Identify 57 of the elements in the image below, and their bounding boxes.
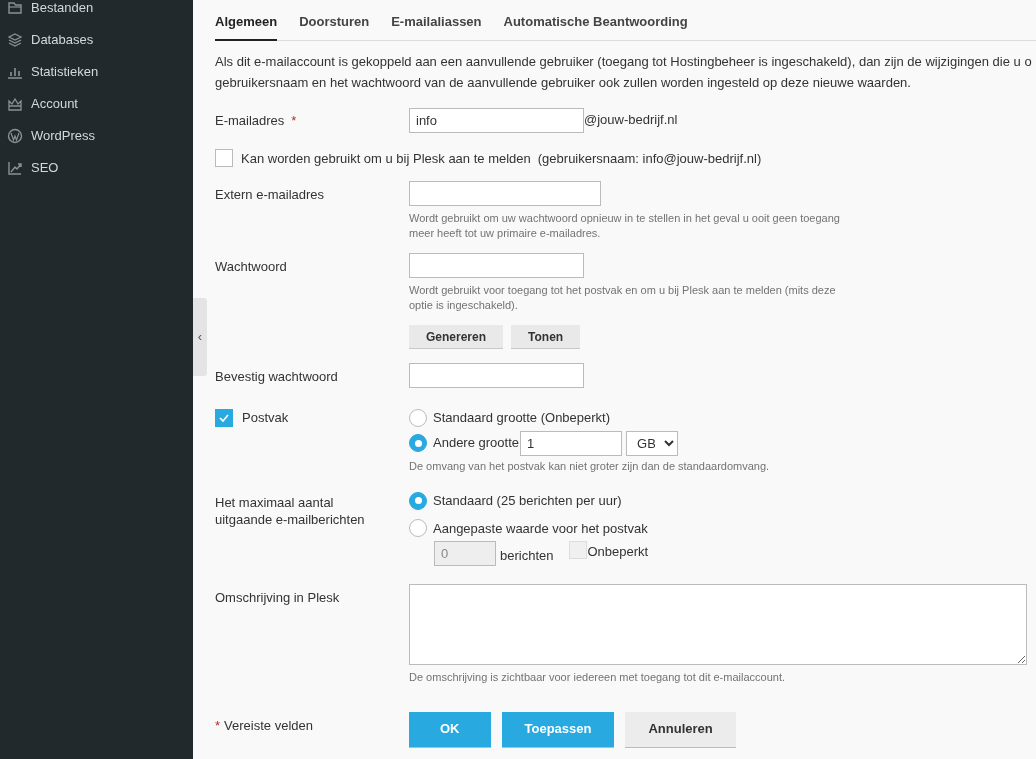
crown-icon [7, 96, 23, 112]
tab[interactable]: Doorsturen [299, 8, 370, 41]
intro-text: gebruikersnaam en het wachtwoord van de aanvullende gebruiker ook zullen worden ingesteld op deze nieuwe waarden. [215, 73, 912, 92]
sidebar-item[interactable]: Account [0, 88, 193, 120]
form-button[interactable]: Tonen [511, 325, 581, 348]
field-label: Omschrijving in Plesk [215, 589, 340, 607]
radio-button[interactable] [409, 434, 427, 452]
field-label: Bevestig wachtwoord [215, 368, 338, 386]
radio-label: Andere grootte [433, 434, 519, 453]
sidebar-item[interactable]: SEO [0, 152, 193, 184]
radio-button[interactable] [409, 491, 427, 510]
collapse-handle[interactable]: ‹ [193, 298, 207, 376]
password-input[interactable] [409, 253, 584, 278]
required-mark: * [291, 111, 297, 130]
domain-text: @jouw-bedrijf.nl [584, 111, 678, 130]
help-text: De omschrijving is zichtbaar voor iedereen met toegang tot dit e-mailaccount. [409, 670, 787, 685]
required-note: Vereiste velden [224, 716, 313, 735]
cancel-button[interactable]: Annuleren [625, 711, 736, 747]
size-input[interactable]: 1 [520, 430, 622, 456]
field-label: E-mailadres [215, 111, 285, 130]
confirm-password-input[interactable] [409, 363, 584, 388]
help-text: Wordt gebruikt om uw wachtwoord opnieuw in te stellen in het geval u ooit geen toegang meer heeft tot uw primaire e-mailadres. [409, 211, 841, 240]
folder-icon [7, 0, 23, 16]
sidebar-item[interactable]: WordPress [0, 120, 193, 152]
field-label: Wachtwoord [215, 258, 287, 276]
radio-label: Standaard (25 berichten per uur) [433, 492, 622, 510]
unit-label: berichten [500, 547, 554, 566]
checkbox[interactable] [215, 149, 233, 168]
username-text: (gebruikersnaam: info@jouw-bedrijf.nl) [537, 149, 762, 168]
form-button[interactable]: Genereren [409, 325, 504, 348]
radio-label: Standaard grootte (Onbeperkt) [433, 409, 611, 427]
sidebar-item[interactable]: Bestanden [0, 0, 193, 24]
unit-select[interactable]: GB [626, 430, 678, 456]
external-email-input[interactable] [409, 181, 601, 206]
tab[interactable]: Algemeen [215, 8, 278, 41]
sidebar-item[interactable]: Databases [0, 24, 193, 56]
field-label: Postvak [242, 409, 289, 427]
trend-chart-icon [7, 160, 23, 176]
intro-text: Als dit e-mailaccount is gekoppeld aan een aanvullende gebruiker (toegang tot Hostingbeheer is ingeschakeld), dan zijn de wijzigingen die u o [215, 52, 1033, 71]
field-label: Het maximaal aantal uitgaande e-mailberichten [215, 494, 366, 528]
radio-button[interactable] [409, 408, 427, 427]
sidebar-item[interactable]: Statistieken [0, 56, 193, 88]
description-textarea[interactable] [409, 584, 1027, 665]
required-mark: * [215, 716, 221, 735]
checkbox-label: Kan worden gebruikt om u bij Plesk aan te melden [241, 149, 531, 168]
checkbox-label: Onbeperkt [587, 543, 649, 561]
wordpress-icon [7, 128, 23, 144]
tab[interactable]: Automatische Beantwoording [503, 8, 688, 41]
email-input[interactable]: info [409, 107, 584, 133]
tab[interactable]: E-mailaliassen [391, 8, 482, 41]
help-text: Wordt gebruikt voor toegang tot het postvak en om u bij Plesk aan te melden (mits deze optie is ingeschakeld). [409, 283, 837, 312]
field-label: Extern e-mailadres [215, 186, 325, 204]
radio-button[interactable] [409, 519, 427, 538]
checkbox[interactable] [215, 408, 233, 427]
radio-label: Aangepaste waarde voor het postvak [433, 519, 648, 538]
layers-icon [7, 32, 23, 48]
help-text: De omvang van het postvak kan niet groter zijn dan de standaardomvang. [409, 458, 771, 473]
